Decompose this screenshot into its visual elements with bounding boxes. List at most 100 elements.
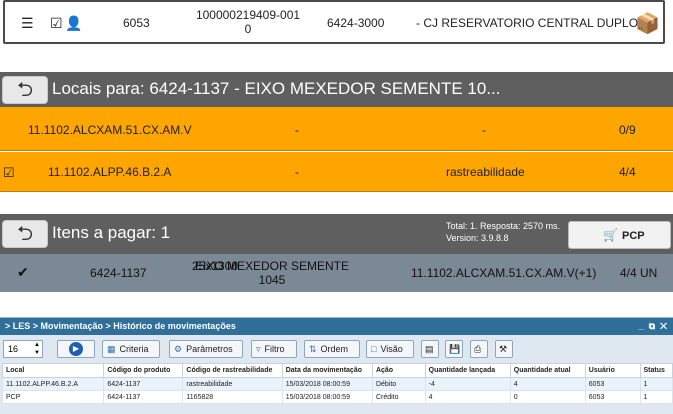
table-header: Local Código do produto Código de rastre… (1, 363, 673, 378)
table-cell: PCP (1, 390, 105, 404)
parameters-icon: ⚙ (174, 344, 183, 354)
print-icon: ⎙ (474, 344, 482, 354)
export-icon: ▤ (425, 344, 434, 354)
column-header[interactable]: Código de rastreabilidade (182, 363, 283, 378)
parametros-label: Parâmetros (186, 344, 233, 354)
save-button[interactable]: 💾 (445, 340, 463, 358)
location-row-1[interactable]: 11.1102.ALCXAM.51.CX.AM.V - - 0/9 (0, 107, 673, 151)
filter-icon: ▿ (256, 344, 261, 354)
sort-icon: ⇅ (309, 344, 317, 354)
page-size-stepper[interactable]: 16 ▲ ▼ (3, 340, 43, 358)
table-cell: 15/03/2018 08:00:59 (281, 390, 373, 404)
location-col3: - (482, 123, 486, 137)
column-header[interactable]: Quantidade lançada (424, 363, 511, 378)
table-cell: 4 (424, 390, 511, 404)
close-icon[interactable]: ✕ (660, 321, 667, 331)
location-col3: rastreabilidade (446, 165, 525, 179)
locais-title: Locais para: 6424-1137 - EIXO MEXEDOR SE… (52, 79, 501, 98)
pcp-label: PCP (622, 230, 645, 242)
item-code: 6424-1137 (90, 266, 147, 280)
table-cell: Crédito (371, 390, 426, 404)
export-button[interactable]: ▤ (421, 340, 439, 358)
order-code: 100000219409-001 0 (193, 8, 303, 36)
location-col2: - (295, 165, 299, 179)
location-col2: - (295, 123, 299, 137)
column-header[interactable]: Data da movimentação (281, 363, 373, 378)
window-controls: _ ⧉ ✕ (639, 318, 667, 335)
order-code-line2: 0 (244, 22, 252, 36)
list-icon[interactable]: ☰ (21, 15, 34, 32)
criteria-button[interactable]: ▦ Criteria (102, 340, 160, 358)
save-icon: 💾 (449, 344, 461, 354)
table-cell: 6424-1137 (103, 390, 184, 404)
location-qty: 4/4 (619, 165, 636, 179)
visao-label: Visão (380, 344, 403, 354)
parametros-button[interactable]: ⚙ Parâmetros (169, 340, 243, 358)
location-qty: 0/9 (619, 123, 636, 137)
view-icon: □ (371, 344, 377, 354)
table-cell: 6424-1137 (103, 377, 184, 391)
location-name: 11.1102.ALCXAM.51.CX.AM.V (28, 123, 192, 137)
table-cell: 11.1102.ALPP.46.B.2.A (1, 377, 105, 391)
checklist-icon[interactable]: ☑ (50, 15, 63, 32)
back-arrow-icon: ⮌ (16, 223, 34, 245)
order-code-line1: 100000219409-001 (195, 8, 301, 22)
filtro-label: Filtro (264, 344, 285, 354)
checked-icon: ☑ (3, 165, 15, 180)
column-header[interactable]: Código do produto (103, 363, 184, 378)
itens-title: Itens a pagar: 1 (52, 223, 171, 242)
itens-header: ⮌ Itens a pagar: 1 Total: 1. Resposta: 2… (0, 214, 673, 254)
table-cell: rastreabilidade (182, 377, 283, 391)
table-cell: 1 (639, 390, 673, 404)
filtro-button[interactable]: ▿ Filtro (251, 340, 297, 358)
back-arrow-icon: ⮌ (16, 79, 34, 101)
print-button[interactable]: ⎙ (470, 340, 488, 358)
column-header[interactable]: Status (639, 363, 673, 378)
tools-icon: ⚒ (499, 344, 508, 354)
column-header[interactable]: Ação (371, 363, 426, 378)
column-header[interactable]: Quantidade atual (509, 363, 586, 378)
criteria-label: Criteria (119, 344, 149, 354)
user-icon[interactable]: 👤 (65, 15, 82, 32)
item-row[interactable]: ✔ 6424-1137 EIXO MEXEDOR SEMENTE 1045 25… (0, 254, 673, 292)
column-header[interactable]: Local (1, 363, 105, 378)
play-icon: ▶ (69, 342, 83, 356)
restore-icon[interactable]: ⧉ (649, 321, 655, 331)
table-cell: Débito (371, 377, 426, 391)
stepper-arrows-icon[interactable]: ▲ ▼ (34, 341, 40, 357)
table-cell: 4 (509, 377, 586, 391)
location-row-2[interactable]: ☑ 11.1102.ALPP.46.B.2.A - rastreabilidad… (0, 152, 673, 192)
minimize-icon[interactable]: _ (639, 321, 644, 331)
table-row[interactable]: 11.1102.ALPP.46.B.2.A 6424-1137 rastreab… (1, 377, 673, 391)
column-header[interactable]: Usuário (584, 363, 641, 378)
page-size-value: 16 (8, 344, 19, 354)
user-code: 6053 (123, 16, 150, 30)
version-info: Version: 3.9.8.8 (446, 233, 509, 243)
order-row[interactable]: ☰ ☑ 👤 6053 100000219409-001 0 6424-3000 … (3, 0, 665, 44)
back-button[interactable]: ⮌ (2, 76, 48, 104)
double-check-icon: ✔ (17, 264, 29, 280)
product-description: - CJ RESERVATORIO CENTRAL DUPLO (416, 16, 639, 30)
item-desc-line2: 25x1300 (192, 259, 239, 273)
run-button[interactable]: ▶ (57, 340, 95, 358)
item-location: 11.1102.ALCXAM.51.CX.AM.V(+1) (411, 266, 597, 280)
visao-button[interactable]: □ Visão (366, 340, 414, 358)
tools-button[interactable]: ⚒ (495, 340, 513, 358)
back-button[interactable]: ⮌ (2, 220, 48, 248)
table-cell: -4 (424, 377, 511, 391)
history-table: Local Código do produto Código de rastre… (1, 363, 673, 404)
table-row[interactable]: PCP 6424-1137 1165828 15/03/2018 08:00:5… (1, 390, 673, 404)
ordem-button[interactable]: ⇅ Ordem (304, 340, 360, 358)
table-cell: 6053 (584, 377, 641, 391)
table-cell: 1 (639, 377, 673, 391)
table-cell: 1165828 (182, 390, 283, 404)
table-cell: 0 (509, 390, 586, 404)
pcp-button[interactable]: 🛒 PCP (568, 221, 671, 249)
response-info: Total: 1. Resposta: 2570 ms. (446, 221, 561, 231)
window-titlebar: > LES > Movimentação > Histórico de movi… (0, 318, 673, 335)
cart-icon: 🛒 (603, 228, 618, 242)
boxes-icon[interactable]: 📦 (635, 11, 660, 36)
item-qty: 4/4 UN (620, 266, 658, 280)
table-cell: 15/03/2018 08:00:59 (281, 377, 373, 391)
location-name: 11.1102.ALPP.46.B.2.A (48, 165, 172, 179)
